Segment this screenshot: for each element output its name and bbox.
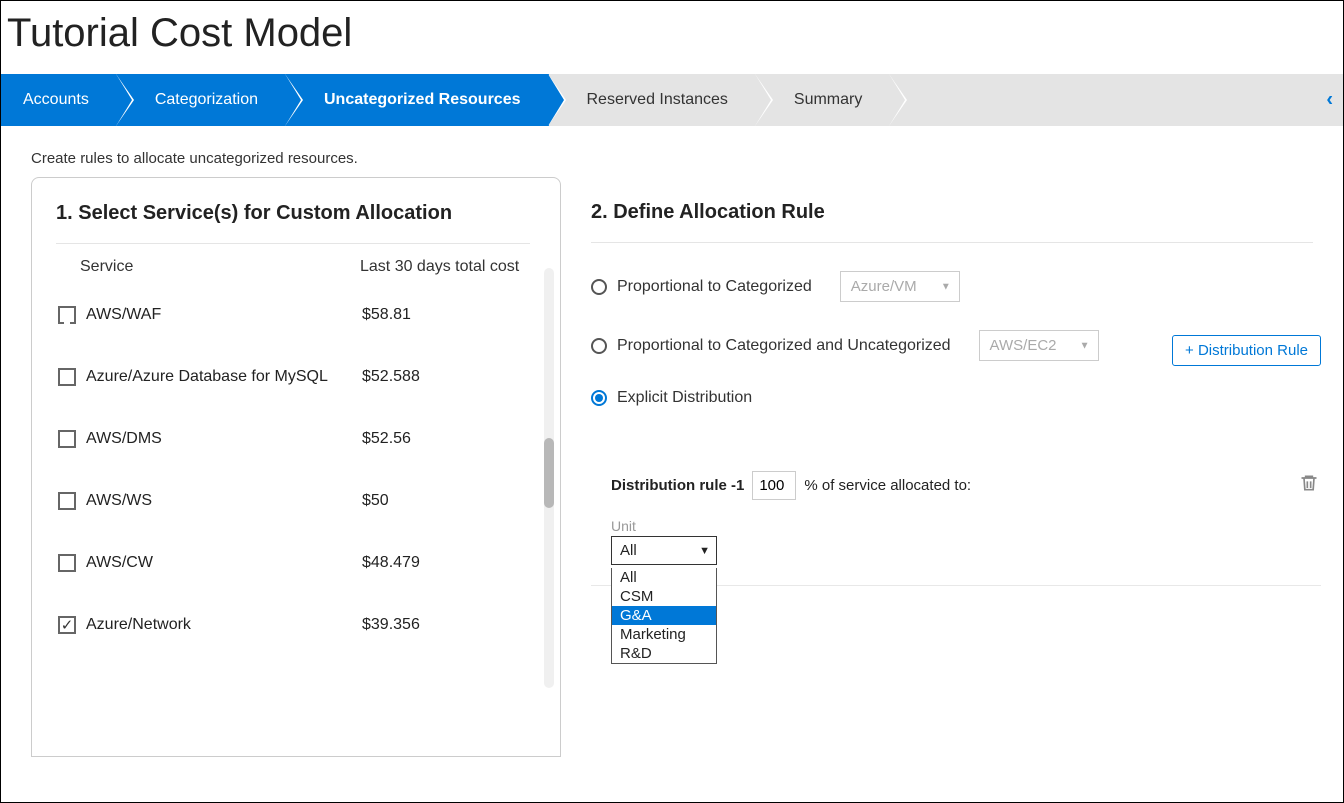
wizard-step-reserved-instances[interactable]: Reserved Instances [549,74,756,126]
unit-option[interactable]: G&A [612,606,716,625]
service-cost: $48.479 [362,554,502,572]
unit-option[interactable]: Marketing [612,625,716,644]
unit-dropdown: AllCSMG&AMarketingR&D [611,568,717,664]
service-name: AWS/DMS [86,430,362,448]
service-cost: $50 [362,492,502,510]
distribution-rule-row: Distribution rule -1 % of service alloca… [611,471,1333,500]
add-distribution-rule-button[interactable]: + Distribution Rule [1172,335,1321,366]
chevron-down-icon: ▼ [1080,340,1090,351]
select-services-panel: 1. Select Service(s) for Custom Allocati… [31,177,561,757]
service-cost: $58.81 [362,306,502,324]
scrollbar-thumb[interactable] [544,438,554,508]
service-row: AWS/WS$50 [56,470,550,532]
service-row: Azure/Network$39.356 [56,594,550,656]
service-name: AWS/WAF [86,306,362,324]
radio-proportional-categorized[interactable] [591,279,607,295]
unit-option[interactable]: All [612,568,716,587]
page-subtitle: Create rules to allocate uncategorized r… [1,126,1343,177]
select-proportional-service[interactable]: Azure/VM▼ [840,271,960,302]
service-checkbox[interactable] [58,430,76,448]
delete-rule-icon[interactable] [1299,473,1319,499]
wizard-step-categorization[interactable]: Categorization [117,74,286,126]
service-checkbox[interactable] [58,492,76,510]
page-title: Tutorial Cost Model [1,1,1343,74]
service-checkbox[interactable] [58,368,76,386]
service-checkbox[interactable] [58,554,76,572]
option-proportional-categorized: Proportional to Categorized Azure/VM▼ [591,257,1333,316]
unit-option[interactable]: R&D [612,644,716,663]
unit-field-label: Unit [611,518,1333,534]
wizard-step-summary[interactable]: Summary [756,74,890,126]
service-cost: $52.588 [362,368,502,386]
unit-option[interactable]: CSM [612,587,716,606]
label-proportional-categorized: Proportional to Categorized [617,278,812,296]
radio-explicit-distribution[interactable] [591,390,607,406]
col-header-cost: Last 30 days total cost [360,258,520,276]
label-proportional-both: Proportional to Categorized and Uncatego… [617,337,951,355]
select-proportional-both-service[interactable]: AWS/EC2▼ [979,330,1099,361]
wizard-step-accounts[interactable]: Accounts [1,74,117,126]
option-explicit: Explicit Distribution [591,375,1333,421]
label-explicit-distribution: Explicit Distribution [617,389,752,407]
service-checkbox[interactable] [58,616,76,634]
distribution-rule-suffix: % of service allocated to: [804,477,971,494]
define-panel-title: 2. Define Allocation Rule [591,201,1313,243]
wizard-step-uncategorized-resources[interactable]: Uncategorized Resources [286,74,549,126]
service-cost: $52.56 [362,430,502,448]
chevron-down-icon: ▼ [941,281,951,292]
service-name: AWS/WS [86,492,362,510]
service-cost: $39.356 [362,616,502,634]
service-name: Azure/Network [86,616,362,634]
wizard-steps: AccountsCategorizationUncategorized Reso… [1,74,1343,126]
service-checkbox[interactable] [58,306,76,324]
service-row: AWS/WAF$58.81 [56,284,550,346]
col-header-service: Service [80,258,360,276]
define-rule-panel: 2. Define Allocation Rule Proportional t… [591,177,1333,757]
distribution-rule-prefix: Distribution rule -1 [611,477,744,494]
service-name: Azure/Azure Database for MySQL [86,368,362,386]
radio-proportional-both[interactable] [591,338,607,354]
service-row: Azure/Azure Database for MySQL$52.588 [56,346,550,408]
unit-selector-block: Unit All ▼ AllCSMG&AMarketingR&D [611,518,1333,565]
collapse-icon[interactable]: ‹ [1326,89,1333,112]
select-panel-title: 1. Select Service(s) for Custom Allocati… [56,202,530,244]
service-row: AWS/DMS$52.56 [56,408,550,470]
service-name: AWS/CW [86,554,362,572]
unit-select[interactable]: All ▼ [611,536,717,565]
service-list: AWS/WAF$58.81Azure/Azure Database for My… [56,284,550,704]
service-row: AWS/CW$48.479 [56,532,550,594]
distribution-percent-input[interactable] [752,471,796,500]
chevron-down-icon: ▼ [699,545,710,557]
